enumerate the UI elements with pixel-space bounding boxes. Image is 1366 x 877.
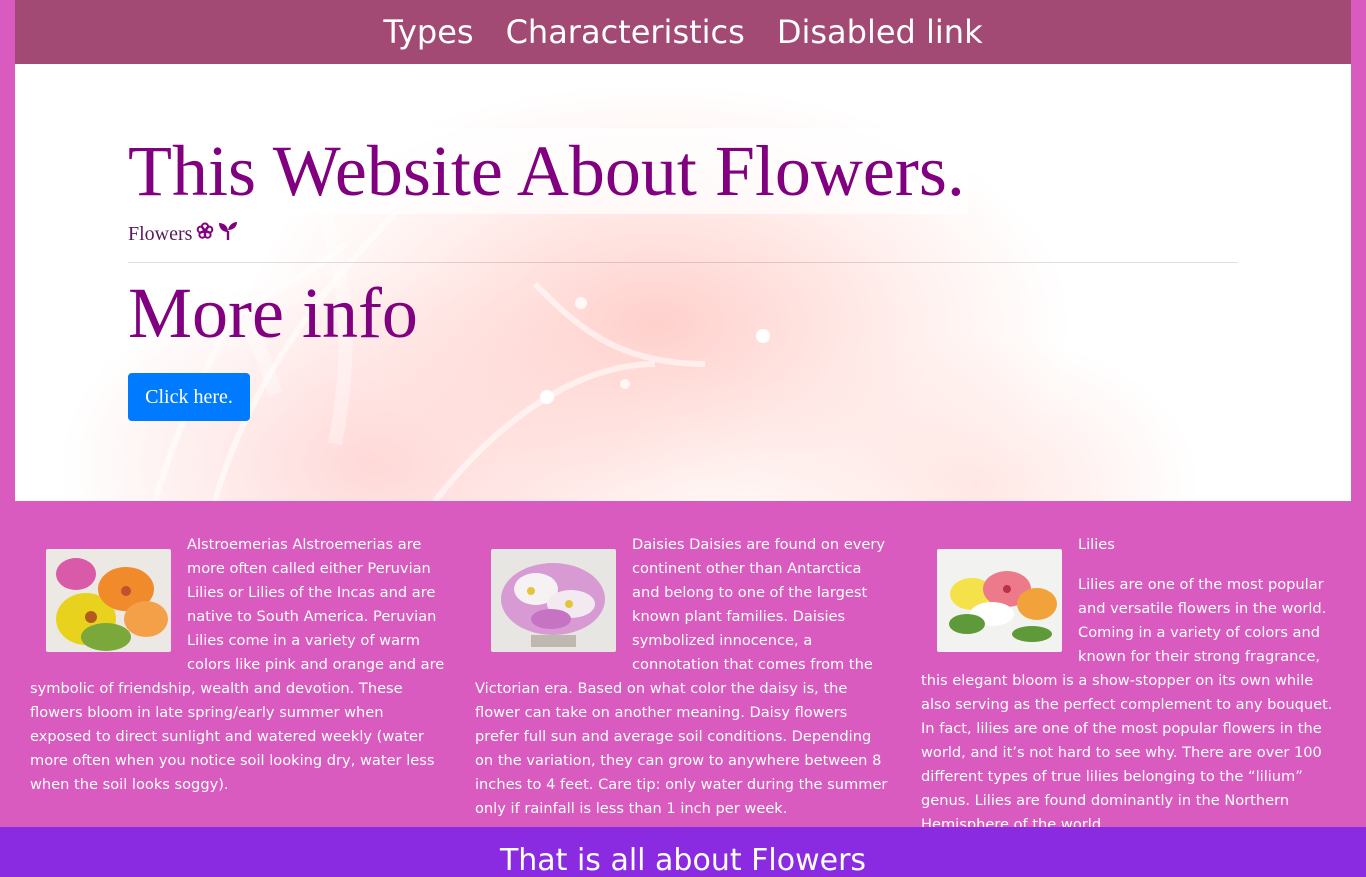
card-daisies: Daisies Daisies are found on every conti…	[475, 533, 890, 837]
card-alstroemerias: Alstroemerias Alstroemerias are more oft…	[30, 533, 445, 813]
page-title: This Website About Flowers.	[128, 131, 965, 211]
nav-link-disabled[interactable]: Disabled link	[777, 13, 983, 51]
hero-divider	[128, 262, 1238, 263]
more-info-heading: More info	[128, 273, 418, 353]
daisy-image	[491, 549, 616, 652]
alstroemeria-image	[46, 549, 171, 652]
subtitle-label: Flowers	[128, 222, 193, 245]
hero-jumbotron: This Website About Flowers. Flowers More…	[15, 64, 1351, 501]
card-lilies: Lilies Lilies are one of the most popula…	[921, 533, 1336, 853]
sprout-icon	[218, 222, 238, 246]
page-footer: That is all about Flowers	[0, 827, 1366, 877]
footer-text: That is all about Flowers	[499, 843, 867, 877]
top-navbar: Types Characteristics Disabled link	[15, 0, 1351, 64]
nav-link-types[interactable]: Types	[383, 13, 473, 51]
hero-subtitle: Flowers	[128, 222, 238, 246]
nav-link-characteristics[interactable]: Characteristics	[506, 13, 745, 51]
flower-icon	[196, 222, 214, 246]
click-here-button[interactable]: Click here.	[128, 373, 250, 421]
lily-image	[937, 549, 1062, 652]
